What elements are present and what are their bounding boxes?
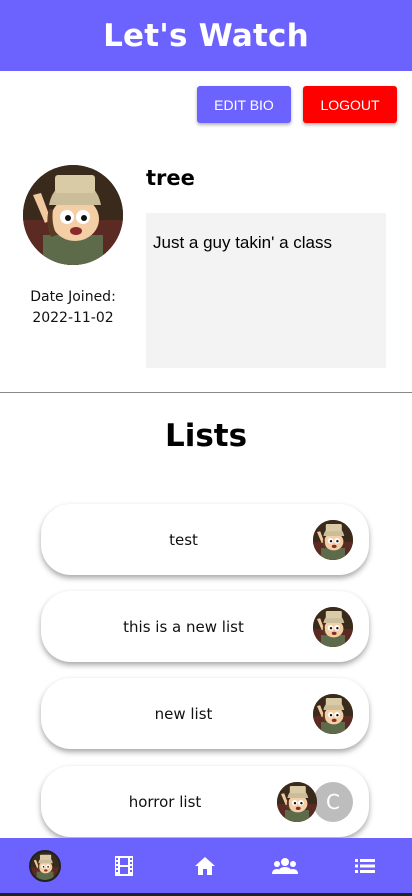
list-item[interactable]: new list bbox=[41, 678, 369, 749]
film-icon bbox=[115, 856, 133, 876]
edit-bio-button[interactable]: EDIT BIO bbox=[197, 86, 291, 123]
date-joined: Date Joined: 2022-11-02 bbox=[18, 287, 128, 329]
profile-avatar bbox=[23, 165, 123, 265]
list-item-label: test bbox=[169, 530, 198, 549]
bottom-navigation bbox=[0, 838, 412, 896]
list-item-label: new list bbox=[154, 704, 213, 723]
list-item[interactable]: this is a new list bbox=[41, 591, 369, 662]
group-icon bbox=[272, 858, 298, 874]
list-item-label: this is a new list bbox=[123, 617, 244, 636]
date-joined-value: 2022-11-02 bbox=[32, 310, 114, 326]
profile-username: tree bbox=[146, 166, 195, 190]
bio-box: Just a guy takin' a class bbox=[146, 213, 386, 368]
nav-groups[interactable] bbox=[269, 850, 301, 882]
nav-profile[interactable] bbox=[29, 850, 61, 882]
nav-lists[interactable] bbox=[349, 850, 381, 882]
list-item[interactable]: test bbox=[41, 504, 369, 575]
list-item-label: horror list bbox=[128, 792, 202, 811]
nav-avatar-icon bbox=[29, 850, 61, 882]
logout-button[interactable]: LOGOUT bbox=[303, 86, 397, 123]
member-avatar bbox=[313, 694, 353, 734]
lists-heading: Lists bbox=[164, 418, 248, 454]
member-avatar bbox=[277, 782, 317, 822]
app-title: Let's Watch bbox=[103, 17, 309, 54]
nav-movies[interactable] bbox=[108, 850, 140, 882]
member-avatar bbox=[313, 520, 353, 560]
member-avatar bbox=[313, 607, 353, 647]
date-joined-label: Date Joined: bbox=[30, 289, 116, 305]
nav-home[interactable] bbox=[189, 850, 221, 882]
list-item[interactable]: horror list C bbox=[41, 766, 369, 837]
bio-text: Just a guy takin' a class bbox=[153, 233, 332, 252]
list-icon bbox=[355, 859, 375, 873]
section-divider bbox=[0, 392, 412, 393]
home-icon bbox=[195, 857, 215, 875]
app-header: Let's Watch bbox=[0, 0, 412, 71]
member-letter-avatar: C bbox=[313, 782, 353, 822]
